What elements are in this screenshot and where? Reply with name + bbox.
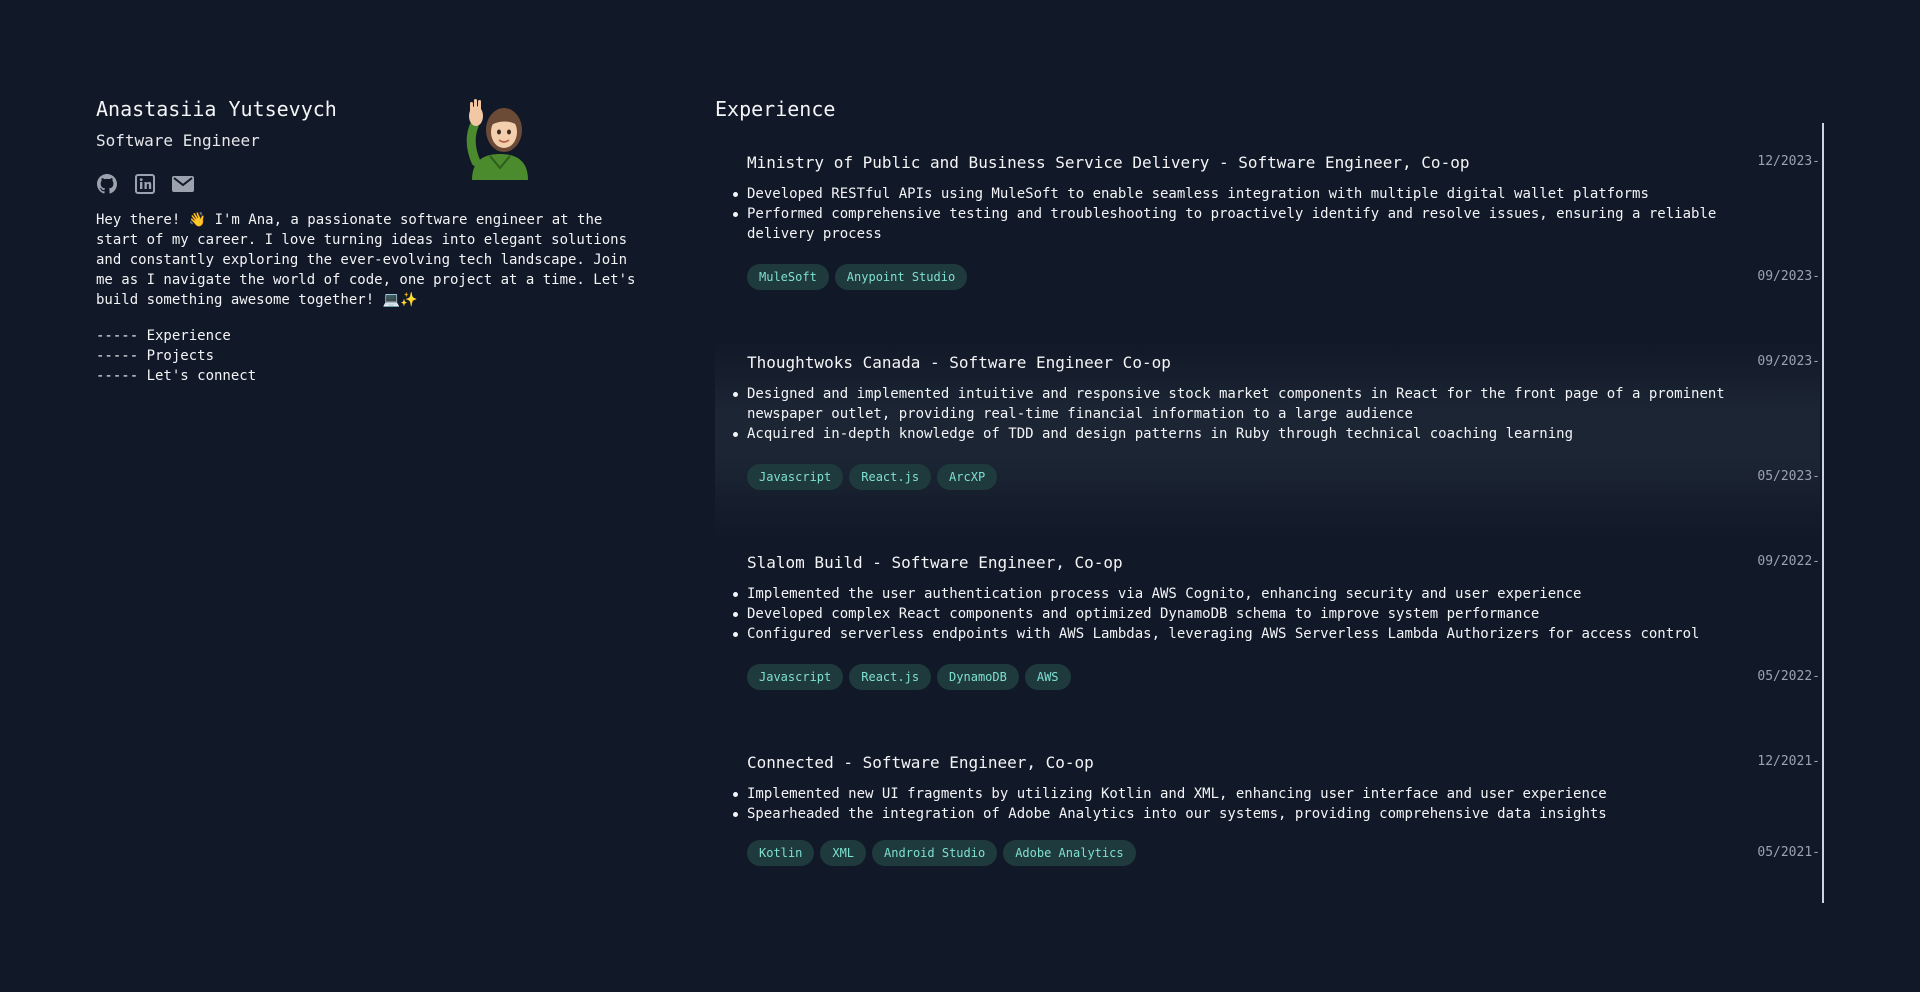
portfolio-page: Anastasiia Yutsevych Software Engineer H… bbox=[0, 0, 1920, 992]
bullet-item: Implemented the user authentication proc… bbox=[733, 584, 1747, 604]
date-end: 12/2021- bbox=[1757, 754, 1820, 769]
experience-bullets: Designed and implemented intuitive and r… bbox=[733, 384, 1747, 444]
tech-tag: Adobe Analytics bbox=[1003, 840, 1136, 866]
bullet-item: Performed comprehensive testing and trou… bbox=[733, 204, 1747, 244]
social-links bbox=[96, 172, 641, 196]
profile-bio: Hey there! 👋 I'm Ana, a passionate softw… bbox=[96, 212, 636, 308]
bullet-item: Designed and implemented intuitive and r… bbox=[733, 384, 1747, 424]
experience-title: Connected - Software Engineer, Co-op bbox=[747, 753, 1094, 772]
nav-item-experience[interactable]: ----- Experience bbox=[96, 326, 641, 346]
tech-tag: Anypoint Studio bbox=[834, 264, 968, 290]
tech-tag: React.js bbox=[849, 464, 932, 490]
email-link[interactable] bbox=[172, 173, 194, 195]
tech-tag: Kotlin bbox=[747, 840, 815, 866]
tech-tag: MuleSoft bbox=[747, 264, 829, 290]
linkedin-link[interactable] bbox=[134, 173, 156, 195]
date-start: 05/2022- bbox=[1757, 669, 1820, 684]
profile-name: Anastasiia Yutsevych bbox=[96, 97, 337, 121]
bullet-item: Developed complex React components and o… bbox=[733, 604, 1747, 624]
bullet-item: Implemented new UI fragments by utilizin… bbox=[733, 784, 1747, 804]
nav-item-projects[interactable]: ----- Projects bbox=[96, 346, 641, 366]
experience-bullets: Implemented new UI fragments by utilizin… bbox=[733, 784, 1747, 824]
experience-entry[interactable]: Ministry of Public and Business Service … bbox=[715, 140, 1820, 340]
experience-bullets: Developed RESTful APIs using MuleSoft to… bbox=[733, 184, 1747, 244]
tech-tag: Android Studio bbox=[872, 840, 998, 866]
experience-section: Experience Ministry of Public and Busine… bbox=[715, 96, 1825, 903]
experience-entry[interactable]: Connected - Software Engineer, Co-op Imp… bbox=[715, 740, 1820, 940]
bullet-item: Spearheaded the integration of Adobe Ana… bbox=[733, 804, 1747, 824]
section-nav: ----- Experience ----- Projects ----- Le… bbox=[96, 326, 641, 386]
bullet-item: Acquired in-depth knowledge of TDD and d… bbox=[733, 424, 1747, 444]
experience-title: Thoughtwoks Canada - Software Engineer C… bbox=[747, 353, 1171, 372]
tech-tag: Javascript bbox=[747, 664, 844, 690]
experience-title: Ministry of Public and Business Service … bbox=[747, 153, 1470, 172]
github-link[interactable] bbox=[96, 173, 118, 195]
section-title: Experience bbox=[715, 97, 836, 121]
tech-tag: AWS bbox=[1024, 664, 1071, 690]
profile-panel: Anastasiia Yutsevych Software Engineer H… bbox=[96, 96, 641, 386]
experience-title: Slalom Build - Software Engineer, Co-op bbox=[747, 553, 1123, 572]
experience-list: Ministry of Public and Business Service … bbox=[715, 140, 1820, 940]
linkedin-icon bbox=[135, 174, 155, 194]
experience-entry[interactable]: Thoughtwoks Canada - Software Engineer C… bbox=[715, 340, 1820, 540]
date-end: 12/2023- bbox=[1757, 154, 1820, 169]
nav-item-connect[interactable]: ----- Let's connect bbox=[96, 366, 641, 386]
github-icon bbox=[97, 174, 117, 194]
tech-tag: React.js bbox=[849, 664, 932, 690]
tech-tags: MuleSoft Anypoint Studio bbox=[747, 264, 968, 290]
tech-tag: XML bbox=[820, 840, 867, 866]
experience-bullets: Implemented the user authentication proc… bbox=[733, 584, 1747, 644]
timeline-line bbox=[1822, 123, 1824, 903]
date-end: 09/2022- bbox=[1757, 554, 1820, 569]
tech-tag: ArcXP bbox=[937, 464, 998, 490]
bullet-item: Configured serverless endpoints with AWS… bbox=[733, 624, 1747, 644]
tech-tags: Javascript React.js DynamoDB AWS bbox=[747, 664, 1071, 690]
tech-tags: Kotlin XML Android Studio Adobe Analytic… bbox=[747, 840, 1136, 866]
bullet-item: Developed RESTful APIs using MuleSoft to… bbox=[733, 184, 1747, 204]
experience-entry[interactable]: Slalom Build - Software Engineer, Co-op … bbox=[715, 540, 1820, 740]
memoji-avatar bbox=[464, 96, 536, 180]
tech-tag: DynamoDB bbox=[937, 664, 1019, 690]
date-start: 05/2023- bbox=[1757, 469, 1820, 484]
profile-role: Software Engineer bbox=[96, 131, 260, 150]
tech-tags: Javascript React.js ArcXP bbox=[747, 464, 998, 490]
date-end: 09/2023- bbox=[1757, 354, 1820, 369]
date-start: 09/2023- bbox=[1757, 269, 1820, 284]
date-start: 05/2021- bbox=[1757, 845, 1820, 860]
mail-icon bbox=[172, 176, 194, 192]
tech-tag: Javascript bbox=[747, 464, 844, 490]
